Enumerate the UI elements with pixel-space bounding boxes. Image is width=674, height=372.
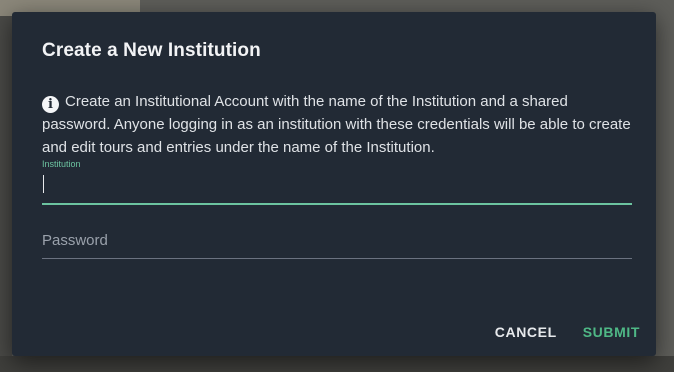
create-institution-dialog: Create a New Institution i Create an Inst… <box>12 12 656 356</box>
institution-underline <box>42 203 632 205</box>
password-field <box>42 227 632 259</box>
info-text: Create an Institutional Account with the… <box>42 93 631 156</box>
info-message: i Create an Institutional Account with th… <box>42 90 632 159</box>
password-input[interactable] <box>42 227 632 251</box>
password-underline <box>42 258 632 259</box>
institution-field: Institution <box>42 159 632 205</box>
submit-button[interactable]: SUBMIT <box>583 320 640 344</box>
dialog-actions: CANCEL SUBMIT <box>495 320 640 344</box>
dialog-title: Create a New Institution <box>42 40 261 61</box>
text-caret <box>43 175 44 193</box>
institution-input[interactable] <box>42 169 632 193</box>
background-left-strip <box>0 16 12 356</box>
info-icon: i <box>42 96 59 113</box>
institution-label: Institution <box>42 159 81 169</box>
background-bottom-strip <box>0 356 674 372</box>
cancel-button[interactable]: CANCEL <box>495 320 557 344</box>
